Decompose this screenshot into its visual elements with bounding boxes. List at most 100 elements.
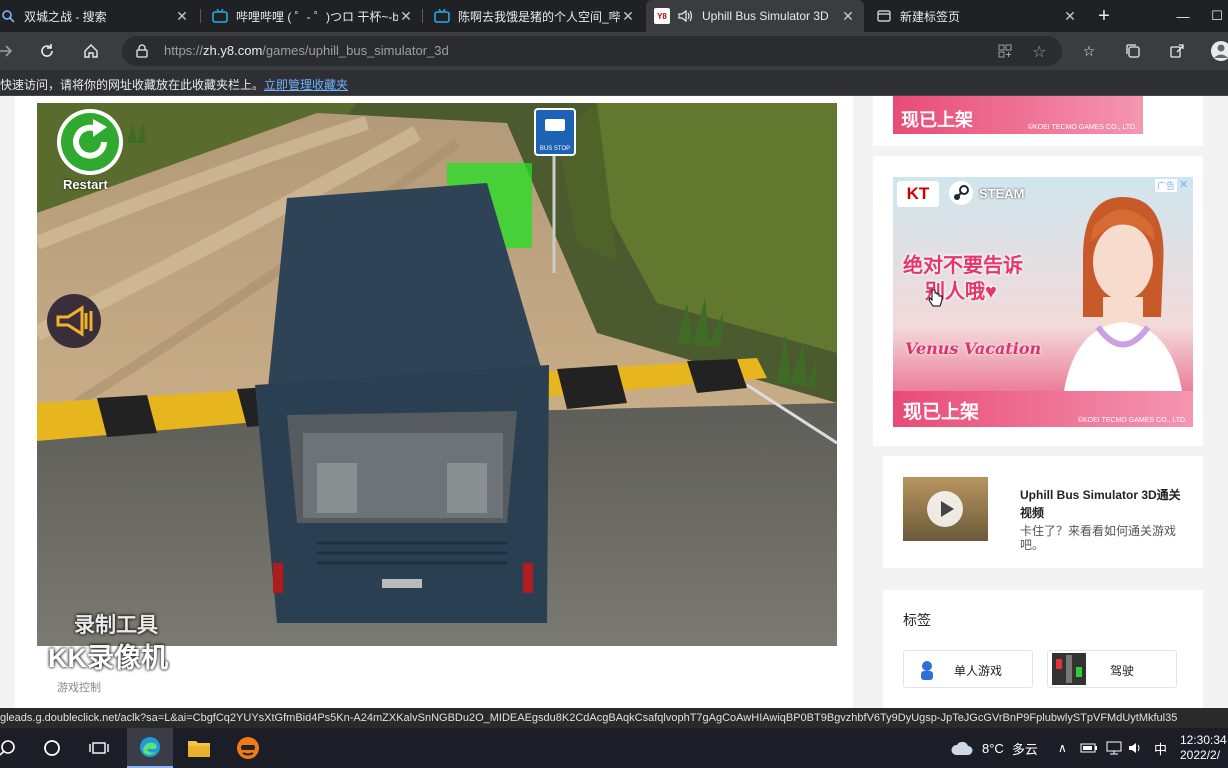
collections-icon[interactable]	[1120, 38, 1146, 64]
home-icon[interactable]	[76, 36, 106, 66]
clock-time: 12:30:34	[1180, 733, 1227, 747]
tab-title: 陈啊去我饿是猪的个人空间_哔	[458, 9, 620, 24]
search-icon[interactable]	[0, 728, 30, 768]
app-available-icon[interactable]	[998, 44, 1012, 63]
profile-avatar-icon[interactable]	[1208, 38, 1228, 64]
close-icon[interactable]: ✕	[620, 8, 636, 25]
address-bar[interactable]: https://zh.y8.com/games/uphill_bus_simul…	[122, 36, 1062, 66]
network-icon[interactable]	[1106, 728, 1122, 768]
task-view-icon[interactable]	[76, 728, 122, 768]
tab-title: 双城之战 - 搜索	[24, 9, 107, 24]
tab-uphill-bus[interactable]: Y8 Uphill Bus Simulator 3D ✕	[646, 0, 864, 32]
tab-bilibili-space[interactable]: 陈啊去我饿是猪的个人空间_哔 ✕	[426, 0, 644, 32]
weather-widget[interactable]: 8°C 多云	[950, 728, 1038, 768]
top-ad-text: 现已上架	[901, 110, 973, 130]
ad-headline-line1: 绝对不要告诉	[903, 255, 1023, 277]
lock-icon[interactable]	[136, 44, 148, 63]
new-tab-plus-icon[interactable]: +	[1082, 0, 1126, 32]
ad-game-logo: Venus Vacation	[905, 339, 1042, 358]
refresh-icon[interactable]	[32, 36, 62, 66]
tab-title: 哔哩哔哩 ( ゜- ゜)つロ 干杯~-b	[236, 9, 398, 24]
favorites-hint: 快速访问，请将你的网址收藏放在此收藏夹栏上。	[0, 78, 265, 92]
steam-label: STEAM	[979, 186, 1025, 201]
volume-icon[interactable]	[1128, 728, 1144, 768]
play-icon[interactable]	[927, 491, 963, 527]
restart-icon	[57, 109, 123, 175]
tab-title: Uphill Bus Simulator 3D	[702, 9, 829, 23]
forward-icon[interactable]	[0, 36, 20, 66]
walkthrough-video-card[interactable]: Uphill Bus Simulator 3D通关视频 卡住了？来看看如何通关游…	[883, 456, 1203, 568]
horn-icon	[47, 294, 101, 348]
close-icon[interactable]: ✕	[1062, 8, 1078, 25]
tab-title: 新建标签页	[900, 9, 961, 24]
bilibili-icon	[212, 8, 228, 24]
manage-favorites-link[interactable]: 立即管理收藏夹	[264, 76, 348, 93]
file-explorer-icon[interactable]	[176, 728, 222, 768]
weather-text: 多云	[1011, 741, 1038, 757]
ad-character-illustration	[1063, 197, 1183, 397]
battery-icon[interactable]	[1080, 728, 1098, 768]
bilibili-icon	[434, 8, 450, 24]
ad-bottom-bar: 现已上架 ©KOEI TECMO GAMES CO., LTD.	[893, 391, 1193, 427]
tab-new-tab[interactable]: 新建标签页 ✕	[868, 0, 1086, 32]
maximize-icon[interactable]: ☐	[1206, 0, 1228, 32]
game-canvas[interactable]: BUS STOP Restart	[37, 103, 837, 646]
tag-label: 驾驶	[1109, 664, 1134, 678]
tab-bilibili-home[interactable]: 哔哩哔哩 ( ゜- ゜)つロ 干杯~-b ✕	[204, 0, 422, 32]
tag-driving[interactable]: 驾驶	[1047, 650, 1177, 688]
share-icon[interactable]	[1164, 38, 1190, 64]
weather-temp: 8°C	[982, 740, 1004, 756]
clock[interactable]: 12:30:34 2022/2/	[1180, 728, 1227, 768]
page-content: BUS STOP Restart 录制工具 KK录像机 游戏控制 现已上架 ©K…	[0, 96, 1228, 708]
close-icon[interactable]: ✕	[840, 8, 856, 25]
close-icon[interactable]: ✕	[174, 8, 190, 25]
show-hidden-icons-icon[interactable]: ∧	[1058, 728, 1067, 768]
ad-copyright: ©KOEI TECMO GAMES CO., LTD.	[1077, 417, 1187, 424]
minimize-icon[interactable]: —	[1160, 0, 1206, 32]
favorites-icon[interactable]: ☆	[1076, 38, 1102, 64]
browser-tab-strip: 双城之战 - 搜索 ✕ 哔哩哔哩 ( ゜- ゜)つロ 干杯~-b ✕ 陈啊去我饿…	[0, 0, 1228, 32]
windows-taskbar: 8°C 多云 ∧ 中 12:30:34 2022/2/	[0, 728, 1228, 768]
cloud-icon	[951, 741, 973, 755]
tab-search[interactable]: 双城之战 - 搜索 ✕	[0, 0, 198, 32]
newtab-icon	[876, 8, 892, 24]
browser-toolbar: https://zh.y8.com/games/uphill_bus_simul…	[0, 32, 1228, 70]
top-ad-copyright: ©KOEI TECMO GAMES CO., LTD.	[1027, 124, 1137, 131]
tab-divider	[200, 9, 201, 23]
recorder-app-icon[interactable]	[225, 728, 271, 768]
y8-icon: Y8	[654, 8, 670, 24]
steam-logo-icon	[949, 181, 973, 205]
input-method-indicator[interactable]: 中	[1154, 728, 1167, 768]
add-favorite-icon[interactable]: ☆	[1032, 42, 1046, 62]
restart-label: Restart	[63, 177, 108, 192]
tag-label: 单人游戏	[953, 664, 1002, 678]
restart-button[interactable]	[55, 107, 125, 177]
ad-card: KT STEAM 广告 ✕ 绝对不要告诉 别人哦♥ Venus Vacation…	[873, 156, 1203, 446]
tag-single-player[interactable]: 单人游戏	[903, 650, 1033, 688]
video-description: 卡住了？来看看如何通关游戏吧。	[1020, 524, 1177, 552]
cortana-icon[interactable]	[29, 728, 75, 768]
kt-logo: KT	[897, 181, 939, 207]
speaker-icon[interactable]	[678, 8, 694, 24]
tags-heading: 标签	[903, 612, 931, 628]
video-title[interactable]: Uphill Bus Simulator 3D通关视频	[1020, 486, 1190, 522]
game-scene: BUS STOP	[37, 103, 837, 646]
clock-date: 2022/2/	[1180, 748, 1221, 762]
tags-card: 标签 单人游戏 驾驶	[883, 590, 1203, 708]
tab-divider	[422, 9, 423, 23]
mouse-cursor-icon	[928, 288, 944, 315]
top-ad-card: 现已上架 ©KOEI TECMO GAMES CO., LTD.	[873, 96, 1203, 146]
ad-bottom-text: 现已上架	[903, 402, 980, 423]
status-url-bar: gleads.g.doubleclick.net/aclk?sa=L&ai=Cb…	[0, 708, 1228, 728]
horn-button[interactable]	[46, 293, 102, 349]
game-controls-caption: 游戏控制	[57, 682, 101, 694]
watermark-line2: KK录像机	[48, 643, 168, 673]
close-icon[interactable]: ✕	[398, 8, 414, 25]
top-ad-banner[interactable]: 现已上架 ©KOEI TECMO GAMES CO., LTD.	[893, 96, 1143, 134]
edge-taskbar-icon[interactable]	[127, 728, 173, 768]
favorites-bar: 快速访问，请将你的网址收藏放在此收藏夹栏上。 立即管理收藏夹	[0, 70, 1228, 96]
video-thumbnail[interactable]	[903, 477, 988, 541]
url-text: https://zh.y8.com/games/uphill_bus_simul…	[164, 43, 449, 58]
search-icon	[0, 8, 16, 24]
sidebar: 现已上架 ©KOEI TECMO GAMES CO., LTD. KT STEA…	[873, 96, 1213, 708]
